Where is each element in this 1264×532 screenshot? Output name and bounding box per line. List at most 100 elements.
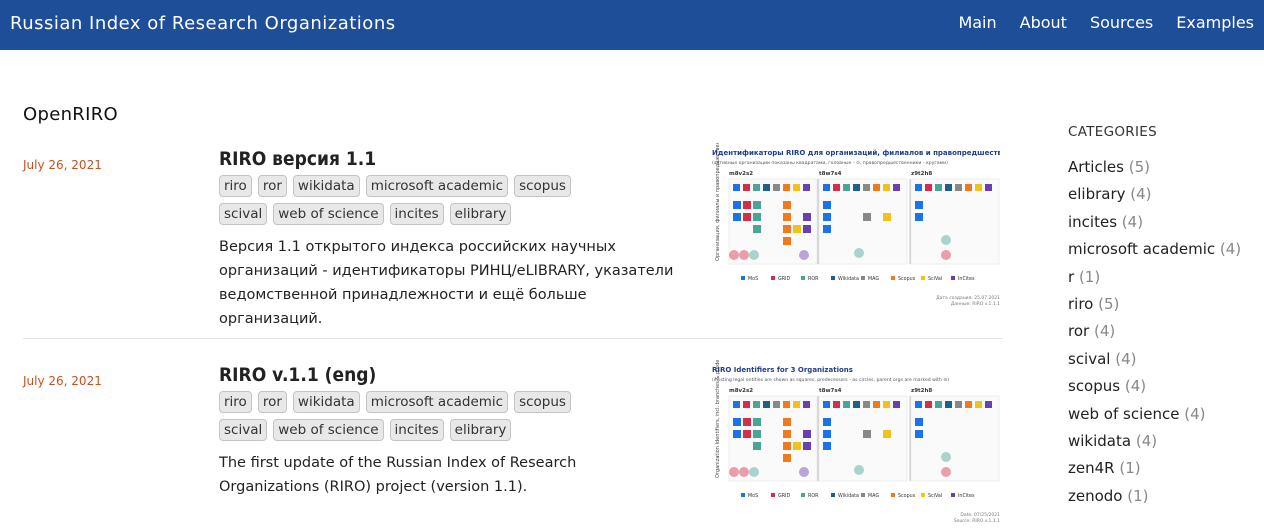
post-thumbnail[interactable]: Идентификаторы RIRO для организаций, фил… — [685, 128, 1036, 308]
thumbnail-cell — [783, 237, 791, 245]
thumbnail-panel-label: t8w7s4 — [819, 388, 842, 394]
thumbnail-header-cell — [985, 184, 992, 191]
thumbnail-footer: Данные: RIRO v.1.1.1 — [951, 301, 1000, 307]
category-link[interactable]: web of science (4) — [1068, 401, 1258, 428]
thumbnail-circle — [739, 250, 749, 260]
category-link[interactable]: wikidata (4) — [1068, 428, 1258, 455]
thumbnail-cell — [783, 225, 791, 233]
thumbnail-header-cell — [883, 184, 890, 191]
site-brand[interactable]: Russian Index of Research Organizations — [10, 13, 396, 34]
category-link[interactable]: riro (5) — [1068, 291, 1258, 318]
thumbnail-cell — [823, 213, 831, 221]
thumbnail-cell — [883, 213, 891, 221]
category-link[interactable]: r (1) — [1068, 264, 1258, 291]
thumbnail-cell — [733, 213, 741, 221]
thumbnail-circle — [739, 467, 749, 477]
thumbnail-header-cell — [753, 401, 760, 408]
thumbnail-legend-swatch — [771, 276, 775, 280]
thumbnail-legend-swatch — [771, 493, 775, 497]
tag[interactable]: incites — [389, 203, 444, 225]
tag[interactable]: riro — [219, 175, 252, 197]
tag[interactable]: web of science — [273, 203, 384, 225]
thumbnail-legend-swatch — [831, 493, 835, 497]
tag[interactable]: microsoft academic — [365, 175, 509, 197]
post-thumbnail[interactable]: RIRO Identifiers for 3 Organizations (exi… — [685, 341, 1000, 525]
thumbnail-legend-swatch — [921, 276, 925, 280]
thumbnail-footer: Date: 07/25/2021 — [960, 512, 1000, 518]
post-title[interactable]: RIRO версия 1.1 — [219, 148, 633, 170]
thumbnail-footer: Дата создания: 25.07.2021 — [936, 295, 1000, 301]
category-link[interactable]: microsoft academic (4) — [1068, 236, 1258, 263]
tag[interactable]: riro — [219, 391, 252, 413]
tag[interactable]: elibrary — [449, 203, 512, 225]
thumbnail-header-cell — [985, 401, 992, 408]
tag[interactable]: incites — [389, 419, 444, 441]
thumbnail-header-cell — [823, 401, 830, 408]
thumbnail-header-cell — [893, 401, 900, 408]
tag[interactable]: scival — [219, 419, 268, 441]
category-link[interactable]: ror (4) — [1068, 318, 1258, 345]
tag[interactable]: microsoft academic — [365, 391, 509, 413]
thumbnail-header-cell — [833, 401, 840, 408]
tag[interactable]: web of science — [273, 419, 384, 441]
nav-link-main[interactable]: Main — [958, 13, 996, 32]
thumbnail-header-cell — [863, 401, 870, 408]
category-link[interactable]: Articles (5) — [1068, 154, 1258, 181]
nav-link-sources[interactable]: Sources — [1090, 13, 1153, 32]
tag[interactable]: ror — [257, 391, 287, 413]
thumbnail-cell — [783, 430, 791, 438]
thumbnail-legend-swatch — [891, 493, 895, 497]
thumbnail-cell — [783, 442, 791, 450]
category-link[interactable]: zenodo (1) — [1068, 483, 1258, 510]
tag[interactable]: wikidata — [292, 391, 360, 413]
tag[interactable]: scival — [219, 203, 268, 225]
thumbnail-cell — [793, 225, 801, 233]
thumbnail-header-cell — [915, 184, 922, 191]
thumbnail-legend-swatch — [741, 276, 745, 280]
thumbnail-legend-swatch — [861, 276, 865, 280]
category-link[interactable]: scopus (4) — [1068, 373, 1258, 400]
post-body: RIRO v.1.1 (eng) riro ror wikidata micro… — [219, 364, 679, 499]
thumbnail-header-cell — [873, 401, 880, 408]
thumbnail-header-cell — [935, 184, 942, 191]
post-date: July 26, 2021 — [23, 158, 102, 172]
tag[interactable]: ror — [257, 175, 287, 197]
thumbnail-legend-label: Wikidata — [838, 493, 859, 499]
thumbnail-header-cell — [843, 401, 850, 408]
tag[interactable]: scopus — [514, 175, 571, 197]
thumbnail-header-cell — [955, 184, 962, 191]
thumbnail-header-cell — [803, 401, 810, 408]
thumbnail-cell — [743, 430, 751, 438]
category-link[interactable]: incites (4) — [1068, 209, 1258, 236]
tag[interactable]: elibrary — [449, 419, 512, 441]
post-title[interactable]: RIRO v.1.1 (eng) — [219, 364, 633, 386]
page-title: OpenRIRO — [23, 104, 118, 125]
thumbnail-cell — [783, 418, 791, 426]
thumbnail-circle — [941, 467, 951, 477]
thumbnail-header-cell — [945, 401, 952, 408]
thumbnail-legend-label: MoS — [748, 493, 758, 499]
post-date: July 26, 2021 — [23, 374, 102, 388]
tag[interactable]: scopus — [514, 391, 571, 413]
category-link[interactable]: zen4R (1) — [1068, 455, 1258, 482]
category-link[interactable]: elibrary (4) — [1068, 181, 1258, 208]
thumbnail-panel-label: m8v2s2 — [729, 388, 753, 394]
thumbnail-circle — [941, 235, 951, 245]
thumbnail-cell — [863, 430, 871, 438]
thumbnail-legend-label: ROR — [808, 493, 819, 499]
thumbnail-header-cell — [783, 184, 790, 191]
thumbnail-header-cell — [793, 401, 800, 408]
thumbnail-legend-label: MoS — [748, 276, 758, 282]
thumbnail-circle — [749, 467, 759, 477]
nav-link-about[interactable]: About — [1020, 13, 1067, 32]
thumbnail-legend-swatch — [891, 276, 895, 280]
thumbnail-cell — [753, 201, 761, 209]
post-tags: riro ror wikidata microsoft academic sco… — [219, 175, 619, 225]
nav-link-examples[interactable]: Examples — [1176, 13, 1254, 32]
tag[interactable]: wikidata — [292, 175, 360, 197]
thumbnail-cell — [783, 201, 791, 209]
thumbnail-header-cell — [763, 184, 770, 191]
thumbnail-legend-swatch — [921, 493, 925, 497]
nav-links: Main About Sources Examples — [958, 13, 1254, 32]
category-link[interactable]: scival (4) — [1068, 346, 1258, 373]
